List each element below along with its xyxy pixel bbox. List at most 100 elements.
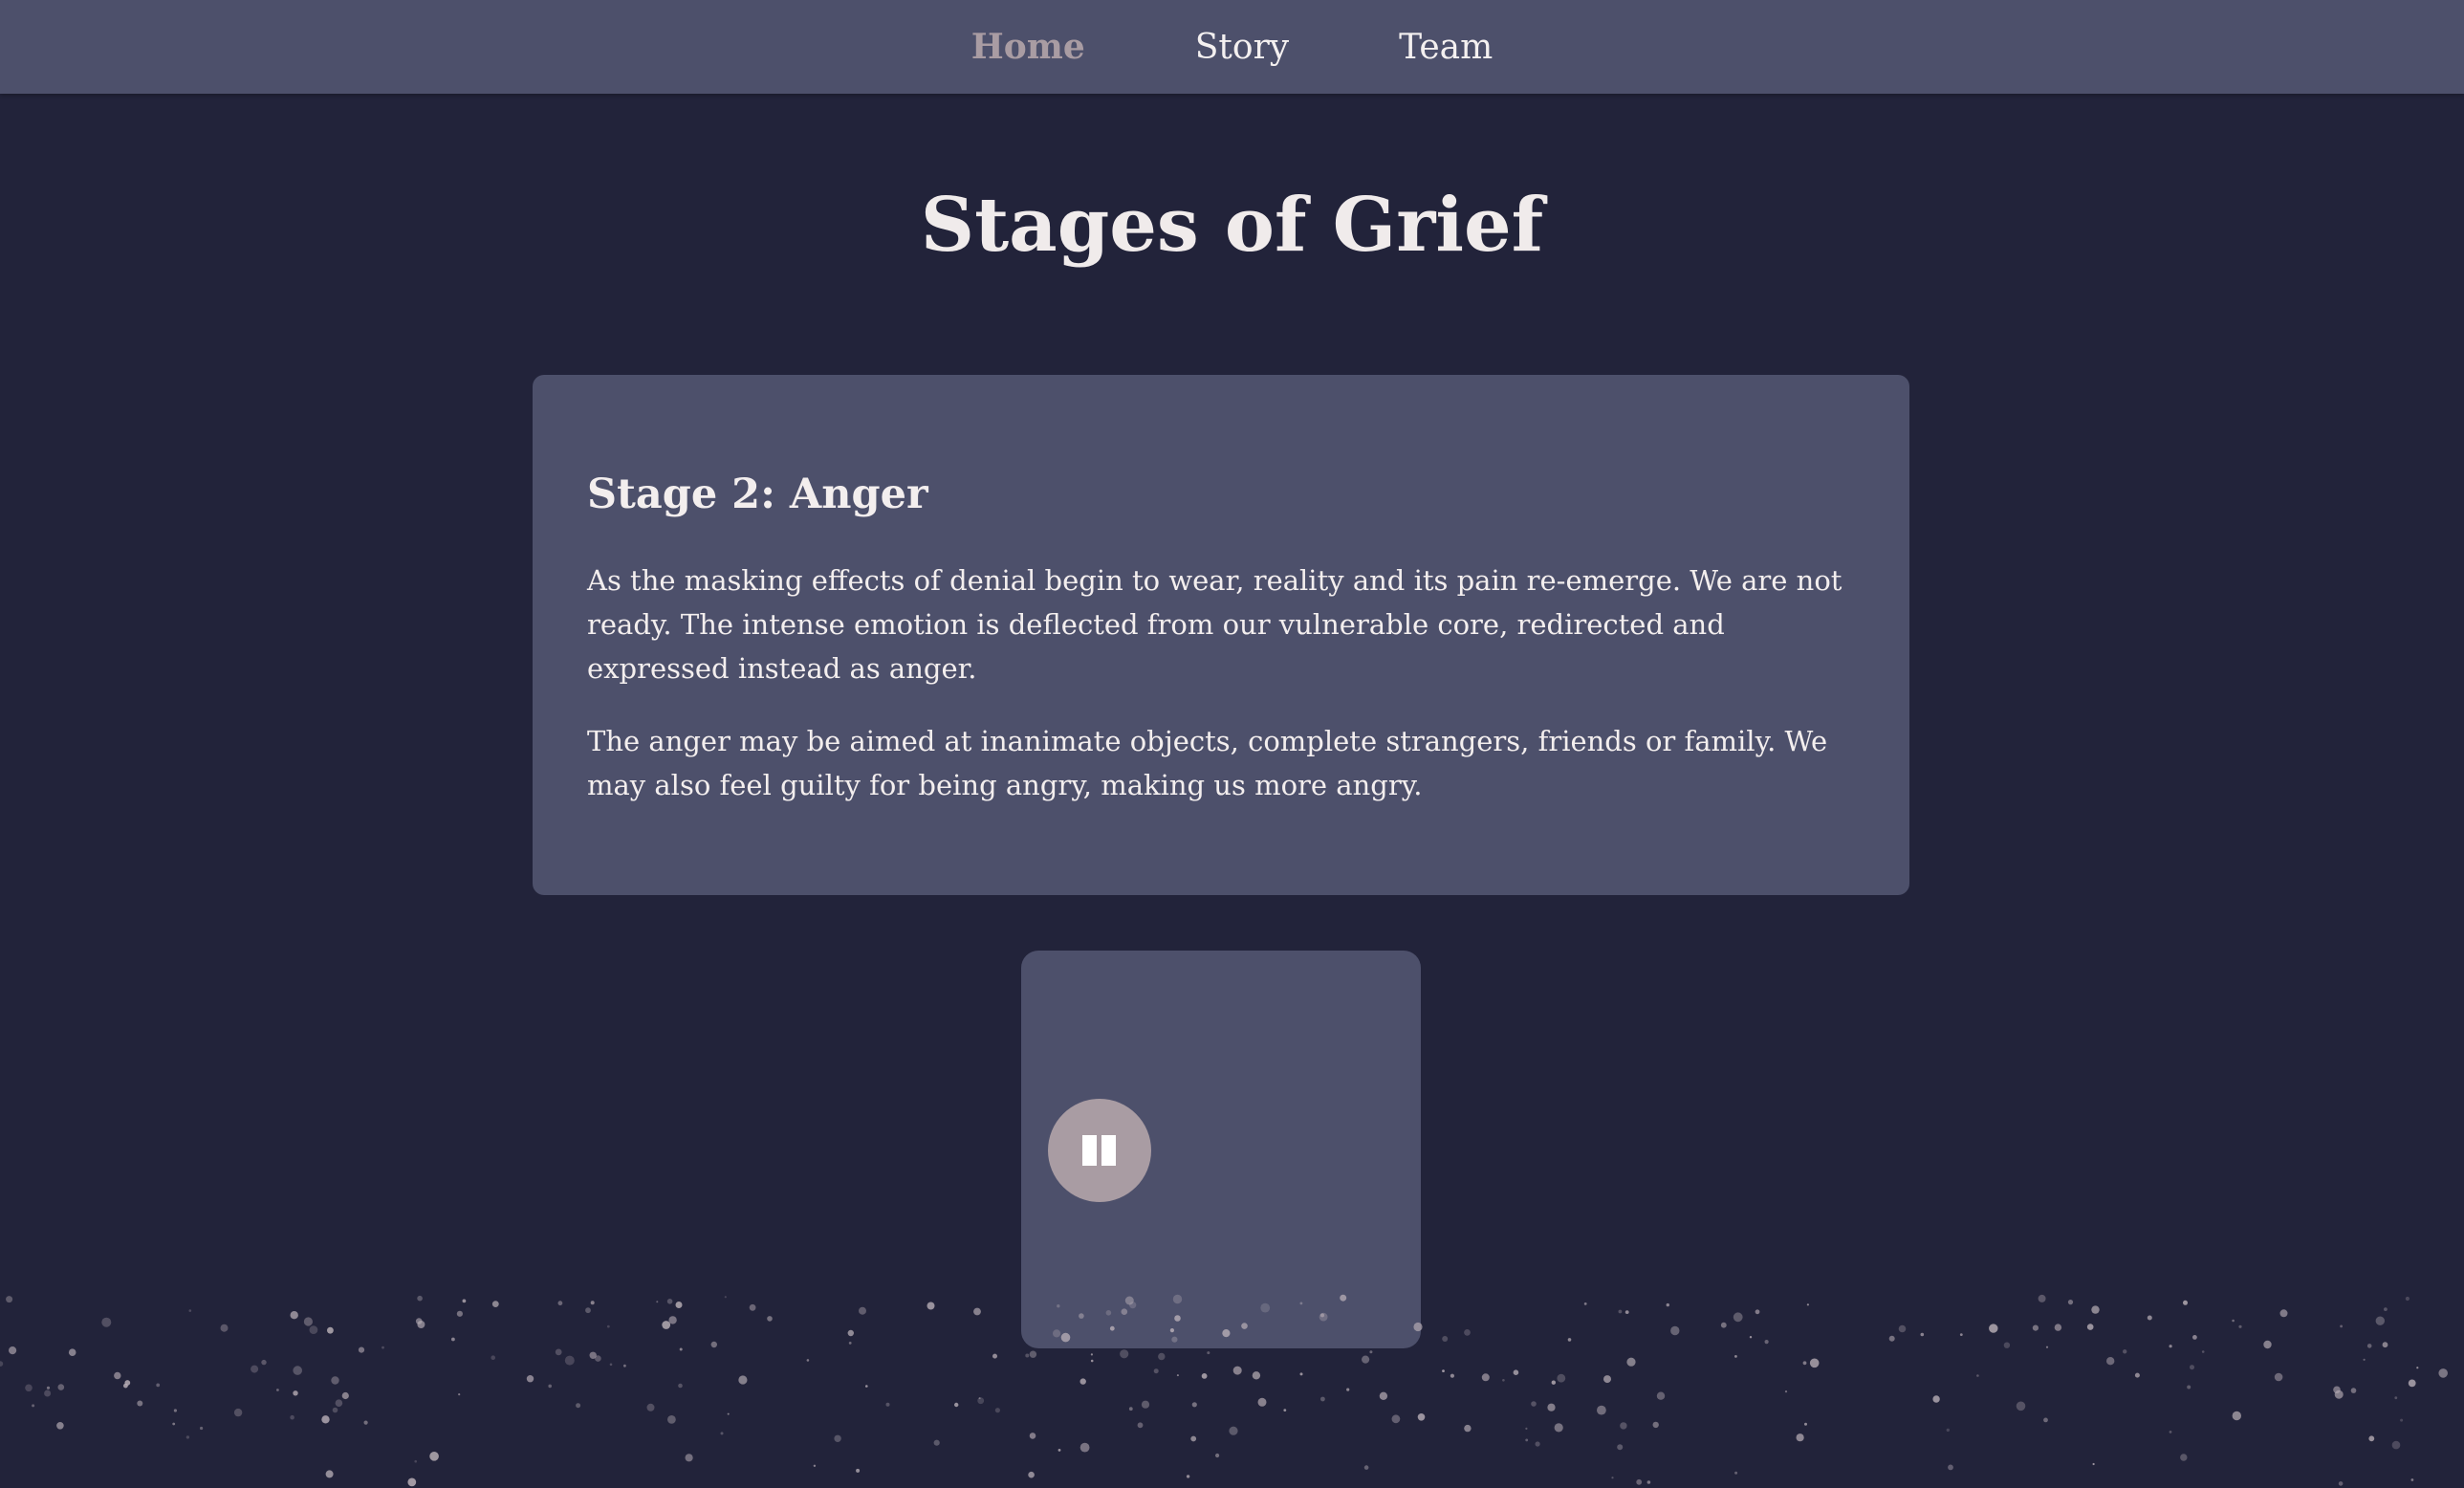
sparkle-dot [1755,1309,1760,1315]
sparkle-dot [806,1359,810,1362]
sparkle-dot [44,1390,52,1397]
sparkle-dot [576,1403,581,1409]
sparkle-dot [1128,1407,1133,1411]
sparkle-dot [977,1397,985,1405]
sparkle-dot [1299,1372,1303,1376]
sparkle-dot [623,1364,626,1368]
sparkle-dot [1191,1402,1197,1408]
sparkle-dot [68,1348,76,1356]
sparkle-dot [1391,1414,1401,1424]
nav-story-link[interactable]: Story [1195,28,1289,67]
sparkle-dot [1557,1373,1566,1383]
sparkle-dot [1617,1444,1624,1451]
sparkle-dot [1804,1422,1807,1426]
sparkle-dot [1442,1369,1445,1372]
sparkle-dot [954,1402,959,1408]
sparkle-dot [1090,1353,1093,1356]
sparkle-dot [1784,1390,1788,1393]
sparkle-dot [1525,1427,1528,1430]
sparkle-dot [293,1390,298,1396]
sparkle-dot [2375,1316,2385,1325]
sparkle-dot [1053,1329,1061,1338]
sparkle-dot [606,1324,610,1328]
sparkle-dot [1057,1304,1060,1308]
sparkle-dot [1417,1413,1426,1421]
sparkle-dot [2054,1324,2062,1331]
sparkle-dot [2092,1462,2095,1466]
sparkle-dot [859,1306,866,1315]
sparkle-dot [738,1375,748,1385]
sparkle-dot [407,1477,417,1487]
sparkle-dot [1551,1380,1557,1385]
sparkle-dot [834,1434,841,1442]
sparkle-dot [1058,1449,1061,1452]
sparkle-dot [555,1348,562,1356]
sparkle-dot [1120,1349,1129,1359]
sparkle-dot [335,1399,343,1407]
sparkle-dot [1241,1323,1248,1329]
sparkle-dot [1620,1422,1627,1430]
sparkle-dot [2032,1324,2039,1331]
sparkle-dot [1169,1328,1174,1333]
sparkle-dot [2368,1435,2375,1442]
pause-button[interactable] [1048,1099,1151,1202]
sparkle-dot [1137,1422,1144,1429]
sparkle-dot [1207,1351,1210,1355]
sparkle-dot [847,1329,854,1337]
sparkle-dot [1948,1464,1953,1471]
sparkle-dot [1362,1355,1370,1364]
sparkle-dot [2123,1349,2127,1354]
sparkle-dot [1652,1421,1659,1429]
nav-home-link[interactable]: Home [971,27,1085,67]
sparkle-dot [1734,1355,1737,1358]
sparkle-dot [358,1346,365,1353]
sparkle-dot [1109,1325,1115,1331]
sparkle-dot [994,1408,1000,1413]
sparkle-dot [309,1325,318,1334]
sparkle-dot [1525,1438,1529,1442]
sparkle-dot [6,1296,13,1303]
sparkle-dot [220,1324,229,1332]
sparkle-dot [666,1299,673,1304]
sparkle-dot [417,1321,425,1328]
sparkle-dot [200,1426,204,1431]
sparkle-dot [1029,1433,1036,1439]
sparkle-dot [856,1468,861,1473]
sparkle-dot [2333,1386,2341,1394]
sparkle-dot [2338,1481,2344,1486]
sparkle-dot [156,1383,161,1388]
sparkle-dot [749,1303,756,1311]
sparkle-dot [927,1302,935,1310]
sparkle-dot [1129,1302,1137,1309]
sparkle-dot [2382,1342,2388,1348]
sparkle-dot [56,1422,64,1430]
sparkle-dot [32,1404,35,1408]
sparkle-dot [1171,1336,1178,1343]
sparkle-dot [1079,1313,1084,1319]
sparkle-dot [1959,1333,1963,1336]
sparkle-dot [2169,1345,2172,1348]
sparkle-dot [327,1326,334,1334]
sparkle-dot [2134,1372,2140,1378]
sparkle-dot [2340,1324,2344,1328]
sparkle-dot [2384,1307,2388,1311]
sparkle-dot [114,1371,121,1380]
sparkle-dot [685,1454,693,1462]
sparkle-dot [1060,1332,1071,1343]
sparkle-dot [2232,1411,2241,1421]
sparkle-dot [458,1393,461,1396]
sparkle-dot [1502,1379,1505,1382]
sparkle-dot [188,1309,192,1312]
sparkle-dot [101,1317,112,1327]
sparkle-dot [609,1363,613,1367]
sparkle-dot [2180,1454,2188,1461]
stage-heading: Stage 2: Anger [587,470,928,518]
sparkle-dot [2363,1358,2366,1361]
nav-team-link[interactable]: Team [1399,28,1493,67]
sparkle-dot [1670,1325,1680,1336]
sparkle-dot [303,1317,313,1326]
sparkle-dot [1450,1373,1454,1378]
sparkle-dot [590,1301,595,1305]
sparkle-dot [2408,1379,2416,1388]
sparkle-dot [417,1295,423,1302]
